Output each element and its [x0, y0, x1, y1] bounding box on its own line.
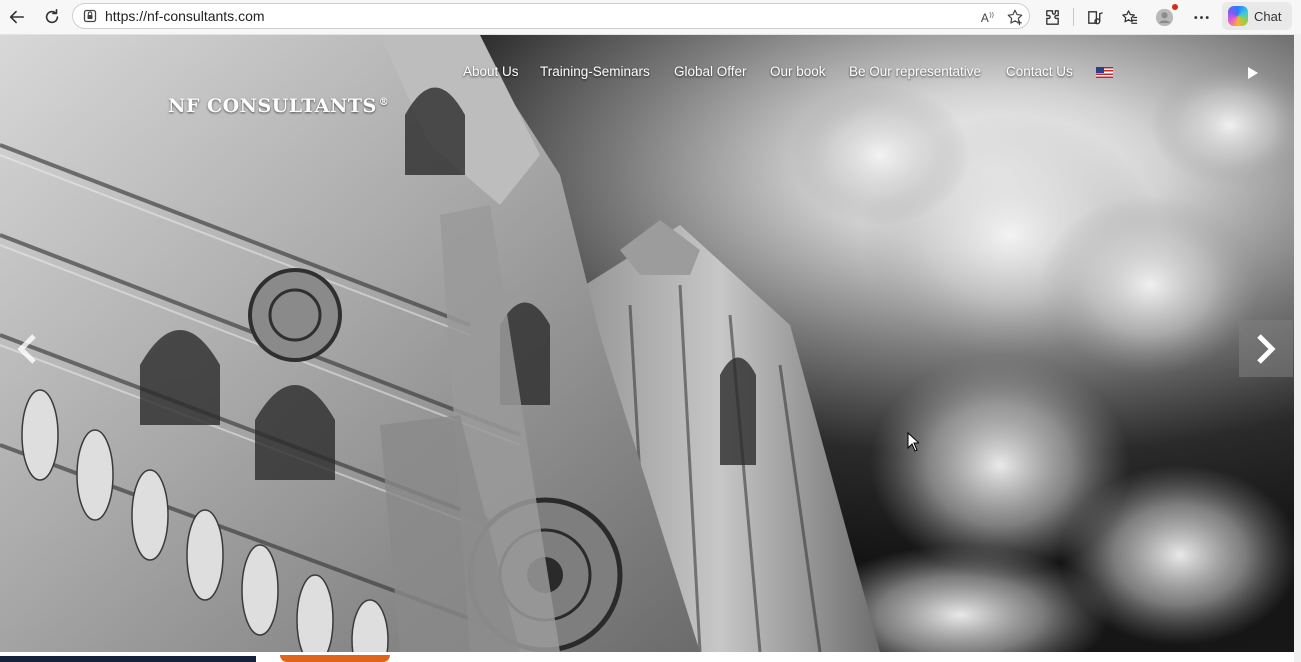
toolbar-divider	[1073, 8, 1074, 26]
refresh-icon[interactable]	[38, 3, 66, 31]
chevron-right-icon	[1257, 333, 1276, 364]
chat-label: Chat	[1254, 8, 1282, 24]
mouse-cursor-icon	[907, 432, 919, 452]
media-icon[interactable]	[1081, 4, 1107, 30]
footer-band	[0, 656, 256, 662]
address-bar[interactable]: https://nf-consultants.com A))	[72, 3, 1030, 29]
browser-toolbar: https://nf-consultants.com A)) Chat	[0, 0, 1301, 35]
us-flag-icon[interactable]	[1096, 67, 1113, 78]
logo-text: NF CONSULTANTS	[168, 95, 377, 117]
cathedral-image	[0, 35, 1294, 652]
nav-global-offer[interactable]: Global Offer	[674, 64, 747, 79]
copilot-chat-button[interactable]: Chat	[1222, 2, 1292, 30]
nav-our-book[interactable]: Our book	[770, 64, 826, 79]
hero-slider: NF CONSULTANTS ®	[0, 35, 1294, 652]
slider-next-button[interactable]	[1239, 320, 1293, 377]
extensions-icon[interactable]	[1039, 4, 1065, 30]
more-icon[interactable]	[1188, 4, 1214, 30]
svg-text:A: A	[980, 10, 988, 24]
page-scroll-edge[interactable]	[1294, 34, 1301, 662]
play-icon[interactable]	[1246, 66, 1260, 80]
read-aloud-icon[interactable]: A))	[978, 7, 998, 27]
notification-badge	[1172, 4, 1178, 10]
svg-text:)): ))	[989, 11, 994, 18]
next-section-peek	[0, 652, 1294, 662]
nav-about-us[interactable]: About Us	[463, 64, 519, 79]
copilot-icon	[1228, 6, 1248, 26]
lock-icon[interactable]	[82, 8, 98, 24]
url-text[interactable]: https://nf-consultants.com	[105, 8, 265, 24]
site-logo[interactable]: NF CONSULTANTS ®	[168, 95, 389, 117]
favorite-icon[interactable]	[1005, 7, 1025, 27]
registered-mark: ®	[378, 96, 390, 108]
collections-icon[interactable]	[1116, 4, 1142, 30]
orange-graphic	[280, 655, 390, 662]
slider-prev-button[interactable]	[0, 320, 54, 377]
nav-training-seminars[interactable]: Training-Seminars	[540, 64, 650, 79]
chevron-left-icon	[17, 333, 36, 364]
nav-be-our-representative[interactable]: Be Our representative	[849, 64, 981, 79]
nav-contact-us[interactable]: Contact Us	[1006, 64, 1073, 79]
back-icon[interactable]	[3, 3, 31, 31]
